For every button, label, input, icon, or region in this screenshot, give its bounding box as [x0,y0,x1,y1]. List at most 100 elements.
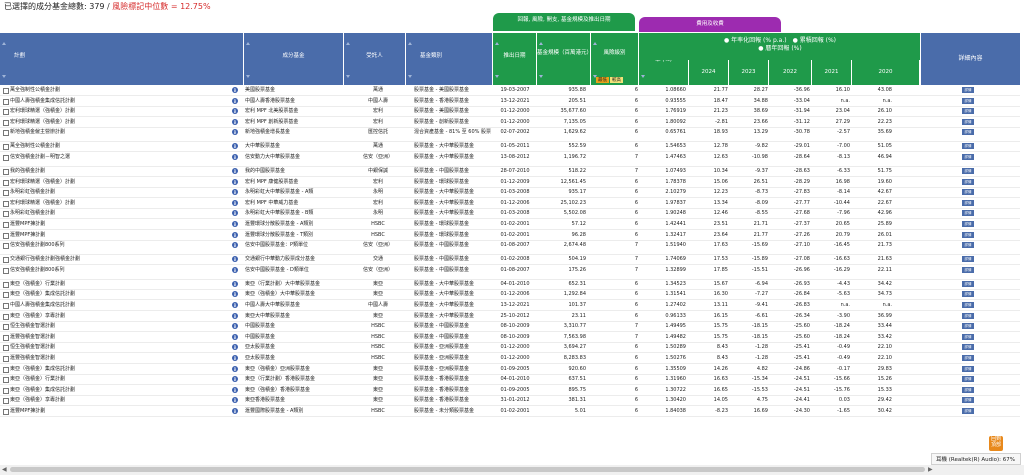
fund-info-icon[interactable]: B [232,302,238,308]
detail-button[interactable]: 詳情 [962,386,974,393]
column-header-fund-size[interactable]: 基金規模（百萬港元） [537,33,592,85]
cell-fund[interactable]: 中國股票基金 [245,323,275,330]
detail-button[interactable]: 詳情 [962,397,974,404]
sort-asc-icon[interactable] [495,42,499,45]
return-type-legend[interactable]: ● 年率化回報 (% p.a.) ● 累積回報 (%) ● 曆年回報 (%) [640,33,920,60]
detail-button[interactable]: 詳情 [962,108,974,115]
fund-info-icon[interactable]: B [232,168,238,174]
detail-button[interactable]: 詳情 [962,365,974,372]
cell-plan[interactable]: 東亞（強積金）行業計劃 [10,376,65,383]
row-checkbox[interactable] [3,356,9,362]
sort-desc-icon[interactable] [641,75,645,78]
fund-info-icon[interactable]: B [232,87,238,93]
cell-plan[interactable]: 信安強積金計劃800系列 [10,267,65,274]
cell-fund[interactable]: 交通銀行中華動力股票成分基金 [245,256,315,263]
detail-button[interactable]: 詳情 [962,256,974,263]
detail-button[interactable]: 詳情 [962,168,974,174]
row-checkbox[interactable] [3,387,9,394]
cell-plan[interactable]: 東亞（強積金）集成信託計劃 [10,291,75,298]
row-checkbox[interactable] [3,190,9,197]
cell-plan[interactable]: 永明彩虹強積金計劃 [10,210,55,217]
cell-plan[interactable]: 滙豐強積金智選計劃 [10,355,55,362]
row-checkbox[interactable] [3,200,9,207]
cell-fund[interactable]: 信安中國股票基金：P類單位 [245,242,308,249]
cell-fund[interactable]: 亞太股票基金 [245,344,275,351]
sort-desc-icon[interactable] [408,75,412,78]
fund-info-icon[interactable]: B [232,291,238,298]
row-checkbox[interactable] [3,169,9,175]
detail-button[interactable]: 詳情 [962,97,974,104]
detail-button[interactable]: 詳情 [962,199,974,206]
detail-button[interactable]: 詳情 [962,87,974,93]
detail-button[interactable]: 詳情 [962,355,974,361]
detail-button[interactable]: 詳情 [962,231,974,238]
scroll-right-icon[interactable]: ▶ [928,466,933,473]
row-checkbox[interactable] [3,88,9,94]
cell-fund[interactable]: 宏利 MPF 中華威力基金 [245,200,298,207]
cell-plan[interactable]: 滙豐MPF揀計劃 [10,221,45,228]
detail-button[interactable]: 詳情 [962,302,974,308]
fund-info-icon[interactable]: B [232,376,238,383]
detail-button[interactable]: 詳情 [962,344,974,351]
detail-button[interactable]: 詳情 [962,118,974,125]
cell-plan[interactable]: 宏利環球精選（強積金）計劃 [10,179,75,186]
detail-button[interactable]: 詳情 [962,333,974,340]
column-header-trustee[interactable]: 受託人 [344,33,406,85]
cell-fund[interactable]: 中國人壽香港股票基金 [245,98,295,105]
cell-plan[interactable]: 宏利環球精選（強積金）計劃 [10,200,75,207]
row-checkbox[interactable] [3,292,9,299]
cell-fund[interactable]: 宏利 MPF 創新股票基金 [245,119,298,126]
cell-fund[interactable]: 東亞（行業計劃）大中華股票基金 [245,281,320,288]
cell-plan[interactable]: 東亞（強積金）集成信託計劃 [10,366,75,373]
cell-fund[interactable]: 信安中國股票基金 - D類單位 [245,267,309,274]
column-header-2021[interactable]: 2021 [812,60,852,85]
detail-button[interactable]: 詳情 [962,266,974,273]
fund-info-icon[interactable]: B [232,108,238,115]
cell-fund[interactable]: 信安動力大中華股票基金 [245,154,300,161]
return-legend-line2[interactable]: ● 曆年回報 (%) [640,45,920,53]
cell-fund[interactable]: 大中華股票基金 [245,143,280,150]
cell-fund[interactable]: 東亞（強積金）香港股票基金 [245,387,310,394]
fund-info-icon[interactable]: B [232,221,238,227]
cell-fund[interactable]: 宏利 MPF 北美股票基金 [245,108,298,115]
cell-fund[interactable]: 永明彩虹大中華股票基金 - A類 [245,189,313,196]
row-checkbox[interactable] [3,345,9,352]
cell-fund[interactable]: 宏利 MPF 康健股票基金 [245,179,298,186]
sort-asc-icon[interactable] [2,42,6,45]
column-header-launch-date[interactable]: 推出日期 [493,33,537,85]
column-header-fund[interactable]: 成分基金 [244,33,344,85]
sort-desc-icon[interactable] [346,75,350,78]
detail-button[interactable]: 詳情 [962,221,974,227]
detail-button[interactable]: 詳情 [962,323,974,330]
column-header-2022[interactable]: 2022 [769,60,812,85]
row-checkbox[interactable] [3,109,9,116]
fund-info-icon[interactable]: B [232,365,238,372]
row-checkbox[interactable] [3,303,9,309]
cell-plan[interactable]: 滙豐MPF揀計劃 [10,232,45,239]
detail-button[interactable]: 詳情 [962,291,974,298]
sort-desc-icon[interactable] [246,75,250,78]
cell-fund[interactable]: 我的中國股票基金 [245,168,285,175]
row-checkbox[interactable] [3,334,9,341]
fund-info-icon[interactable]: B [232,231,238,238]
sort-asc-icon[interactable] [539,42,543,45]
fund-info-icon[interactable]: B [232,266,238,273]
detail-button[interactable]: 詳情 [962,189,974,196]
cell-plan[interactable]: 東亞（強積金）集成信託計劃 [10,387,75,394]
column-header-2020[interactable]: 2020 [852,60,920,85]
detail-button[interactable]: 詳情 [962,210,974,217]
cell-fund[interactable]: 新地強積金增長基金 [245,129,290,136]
row-checkbox[interactable] [3,366,9,373]
row-checkbox[interactable] [3,267,9,274]
cell-fund[interactable]: 東亞（強積金）亞洲股票基金 [245,366,310,373]
cell-plan[interactable]: 信安強積金計劃－明智之選 [10,154,70,161]
row-checkbox[interactable] [3,155,9,161]
column-header-2024[interactable]: 2024 [689,60,729,85]
fund-info-icon[interactable]: B [232,97,238,104]
fund-info-icon[interactable]: B [232,154,238,160]
sort-asc-icon[interactable] [593,42,597,45]
fund-info-icon[interactable]: B [232,397,238,404]
cell-plan[interactable]: 宏利環球精選（強積金）計劃 [10,108,75,115]
sort-desc-icon[interactable] [539,75,543,78]
detail-button[interactable]: 詳情 [962,408,974,414]
